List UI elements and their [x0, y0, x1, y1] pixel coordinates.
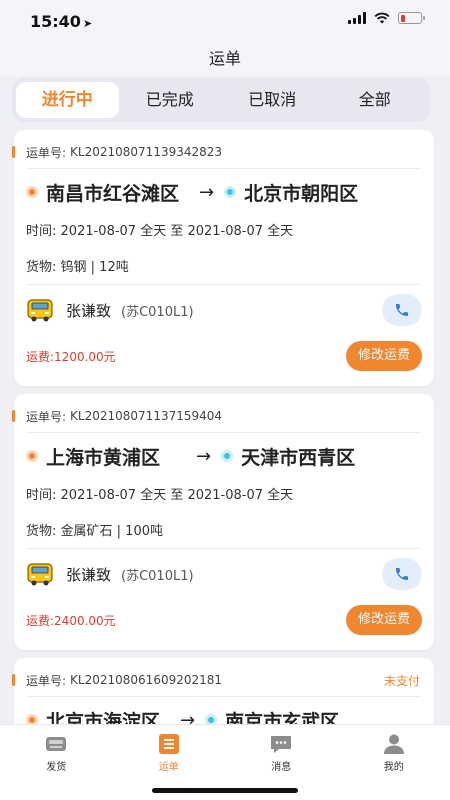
status-tabs: 进行中 已完成 已取消 全部 — [12, 78, 430, 122]
order-card[interactable]: 运单号: KL202108071137159404 上海市黄浦区 → 天津市西青… — [12, 394, 434, 650]
call-driver-button[interactable] — [382, 558, 422, 590]
order-card[interactable]: 运单号: KL202108071139342823 南昌市红谷滩区 → 北京市朝… — [12, 130, 434, 386]
battery-icon — [398, 12, 425, 24]
tab-completed[interactable]: 已完成 — [119, 82, 222, 118]
goods-value: 金属矿石 | 100吨 — [60, 524, 163, 539]
time-row: 时间: 2021-08-07 全天 至 2021-08-07 全天 — [26, 220, 293, 239]
driver-row: 张谦致 (苏C010L1) — [26, 290, 422, 330]
tab-cancelled[interactable]: 已取消 — [221, 82, 324, 118]
divider — [26, 696, 420, 697]
truck-icon — [27, 563, 53, 586]
home-indicator — [152, 788, 298, 793]
order-number-row: 运单号: KL202108071139342823 — [12, 142, 420, 162]
modify-fee-button[interactable]: 修改运费 — [345, 605, 422, 635]
order-number-row: 运单号: KL202108071137159404 — [12, 406, 420, 426]
order-number-label: 运单号: — [26, 409, 67, 424]
order-number: KL202108071137159404 — [70, 409, 223, 423]
location-arrow-icon: ➤ — [82, 17, 93, 30]
status-icons — [348, 12, 425, 24]
driver-name: 张谦致 — [66, 301, 112, 320]
order-number: KL202108061609202181 — [70, 673, 223, 687]
origin-city: 北京市海淀区 — [46, 710, 161, 725]
modify-fee-button[interactable]: 修改运费 — [345, 341, 422, 371]
tabbar-label: 消息 — [271, 762, 292, 773]
clock-text: 15:40 — [30, 12, 81, 31]
fee-label: 运费: — [26, 613, 55, 628]
goods-label: 货物: — [26, 260, 57, 275]
destination-city: 南京市玄武区 — [225, 710, 340, 725]
origin-city: 南昌市红谷滩区 — [46, 182, 180, 205]
wifi-icon — [374, 12, 390, 24]
origin-city: 上海市黄浦区 — [46, 446, 161, 469]
destination-dot-icon — [221, 450, 234, 462]
phone-icon — [396, 304, 408, 316]
driver-plate: (苏C010L1) — [121, 568, 194, 584]
arrow-right-icon: → — [199, 181, 215, 203]
status-time: 15:40 ➤ — [30, 12, 92, 31]
time-value: 2021-08-07 全天 至 2021-08-07 全天 — [60, 224, 294, 239]
time-label: 时间: — [26, 488, 57, 503]
order-number-label: 运单号: — [26, 673, 67, 688]
time-row: 时间: 2021-08-07 全天 至 2021-08-07 全天 — [26, 484, 293, 503]
destination-dot-icon — [205, 714, 218, 724]
accent-bar — [12, 146, 15, 158]
origin-dot-icon — [26, 186, 38, 198]
phone-icon — [396, 568, 408, 580]
tabbar-item-ship[interactable]: 发货 — [0, 725, 113, 800]
cellular-signal-icon — [348, 12, 366, 24]
goods-row: 货物: 金属矿石 | 100吨 — [26, 520, 163, 539]
order-list[interactable]: 运单号: KL202108071139342823 南昌市红谷滩区 → 北京市朝… — [0, 128, 450, 724]
truck-ship-icon — [46, 737, 67, 751]
tabbar-label: 我的 — [383, 762, 404, 773]
order-number-label: 运单号: — [26, 145, 67, 160]
destination-city: 天津市西青区 — [241, 446, 356, 469]
tab-all[interactable]: 全部 — [324, 82, 427, 118]
accent-bar — [12, 674, 15, 686]
goods-value: 钨钢 | 12吨 — [60, 260, 129, 275]
truck-icon — [27, 299, 53, 322]
fee-label: 运费: — [26, 349, 55, 364]
divider — [26, 284, 420, 285]
payment-status-badge: 未支付 — [383, 673, 420, 688]
goods-row: 货物: 钨钢 | 12吨 — [26, 256, 129, 275]
destination-dot-icon — [224, 186, 237, 198]
profile-icon — [383, 734, 404, 754]
driver-row: 张谦致 (苏C010L1) — [26, 554, 422, 594]
accent-bar — [12, 410, 15, 422]
order-card[interactable]: 运单号: KL202108061609202181 未支付 北京市海淀区 → 南… — [12, 658, 434, 724]
time-label: 时间: — [26, 224, 57, 239]
divider — [26, 168, 420, 169]
call-driver-button[interactable] — [382, 294, 422, 326]
waybill-icon — [158, 734, 179, 754]
arrow-right-icon: → — [196, 445, 212, 467]
tabbar-item-profile[interactable]: 我的 — [338, 725, 450, 800]
divider — [26, 548, 420, 549]
driver-name: 张谦致 — [66, 565, 112, 584]
fee-row: 运费: 2400.00元 修改运费 — [26, 604, 422, 636]
order-number: KL202108071139342823 — [70, 145, 223, 159]
goods-label: 货物: — [26, 524, 57, 539]
tab-in-progress[interactable]: 进行中 — [16, 82, 119, 118]
divider — [26, 432, 420, 433]
tabbar-label: 发货 — [46, 762, 67, 773]
order-number-row: 运单号: KL202108061609202181 未支付 — [12, 670, 420, 690]
arrow-right-icon: → — [180, 709, 196, 725]
origin-dot-icon — [26, 714, 38, 724]
fee-value: 2400.00元 — [54, 613, 116, 628]
fee-value: 1200.00元 — [54, 349, 116, 364]
status-bar: 15:40 ➤ — [0, 0, 450, 42]
fee-row: 运费: 1200.00元 修改运费 — [26, 340, 422, 372]
route: 南昌市红谷滩区 → 北京市朝阳区 — [26, 178, 424, 206]
page-title: 运单 — [0, 42, 450, 76]
time-value: 2021-08-07 全天 至 2021-08-07 全天 — [60, 488, 294, 503]
tabbar-label: 运单 — [158, 762, 179, 773]
route: 上海市黄浦区 → 天津市西青区 — [26, 442, 424, 470]
driver-plate: (苏C010L1) — [121, 304, 194, 320]
message-icon — [271, 736, 292, 753]
destination-city: 北京市朝阳区 — [244, 182, 359, 205]
origin-dot-icon — [26, 450, 38, 462]
route: 北京市海淀区 → 南京市玄武区 — [26, 706, 424, 724]
